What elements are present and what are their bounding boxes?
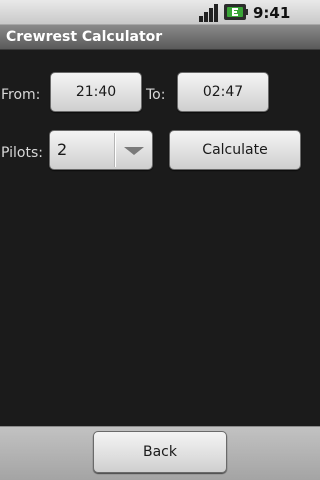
title-bar: Crewrest Calculator xyxy=(0,25,320,50)
to-label: To: xyxy=(146,87,166,103)
to-time-button[interactable]: 02:47 xyxy=(177,72,269,112)
calculate-button[interactable]: Calculate xyxy=(169,130,301,170)
battery-icon xyxy=(224,4,248,20)
from-label: From: xyxy=(1,87,41,103)
from-time-button[interactable]: 21:40 xyxy=(50,72,142,112)
footer-bar: Back xyxy=(0,426,320,480)
back-button[interactable]: Back xyxy=(93,431,227,473)
pilots-spinner-value: 2 xyxy=(57,140,68,159)
chevron-down-icon xyxy=(124,147,144,155)
signal-icon xyxy=(199,4,218,22)
app-title: Crewrest Calculator xyxy=(6,29,163,45)
status-bar: 9:41 PM xyxy=(0,0,320,42)
pilots-spinner[interactable]: 2 xyxy=(49,130,153,170)
main-content: From: 21:40 To: 02:47 Pilots: 2 Calculat… xyxy=(0,50,320,426)
spinner-divider xyxy=(114,133,116,167)
pilots-label: Pilots: xyxy=(1,145,43,161)
